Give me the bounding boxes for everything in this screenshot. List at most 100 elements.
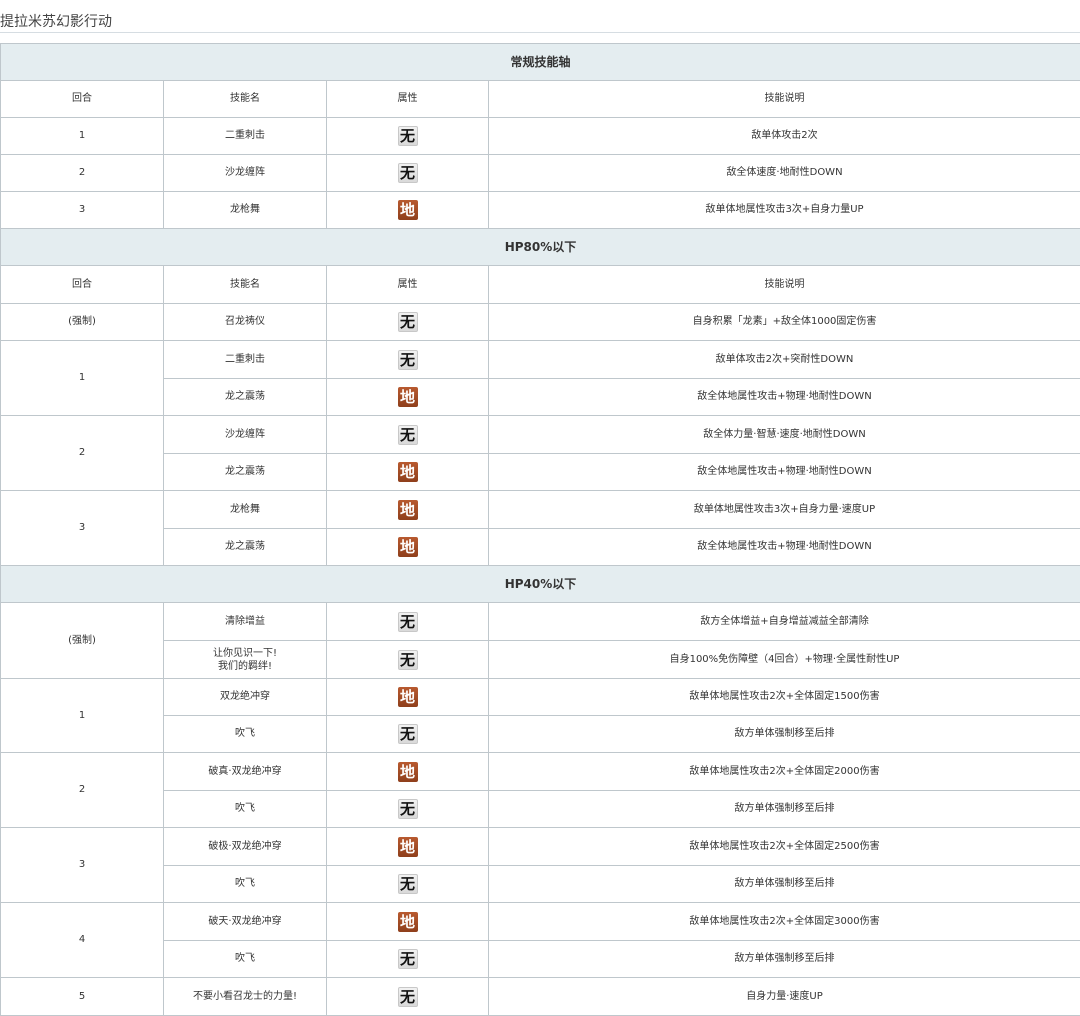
table-row: 1 二重刺击 无 敌单体攻击2次 — [1, 118, 1080, 155]
table-row: 3 龙枪舞 地 敌单体地属性攻击3次+自身力量UP — [1, 192, 1080, 229]
none-attribute-icon: 无 — [398, 650, 418, 670]
description-cell: 敌单体攻击2次 — [489, 118, 1080, 155]
skill-name-cell: 沙龙缠阵 — [164, 416, 327, 454]
description-cell: 敌单体攻击2次+突耐性DOWN — [489, 341, 1080, 379]
attribute-cell: 地 — [327, 454, 489, 491]
none-attribute-icon: 无 — [398, 724, 418, 744]
description-cell: 敌单体地属性攻击2次+全体固定1500伤害 — [489, 679, 1080, 716]
skill-name-cell: 沙龙缠阵 — [164, 155, 327, 192]
attribute-cell: 地 — [327, 529, 489, 566]
round-cell: 2 — [1, 416, 164, 491]
table-row: 1 双龙绝冲穿 地 敌单体地属性攻击2次+全体固定1500伤害 — [1, 679, 1080, 716]
attribute-cell: 无 — [327, 155, 489, 192]
round-cell: 3 — [1, 828, 164, 903]
attribute-cell: 地 — [327, 679, 489, 716]
round-cell: 2 — [1, 753, 164, 828]
skill-name-cell: 不要小看召龙士的力量! — [164, 978, 327, 1016]
attribute-cell: 无 — [327, 941, 489, 978]
attribute-cell: 地 — [327, 903, 489, 941]
earth-attribute-icon: 地 — [398, 837, 418, 857]
round-cell: 3 — [1, 192, 164, 229]
description-cell: 敌方单体强制移至后排 — [489, 941, 1080, 978]
section-header-hp80: HP80%以下 — [1, 229, 1080, 266]
skill-name-cell: 龙枪舞 — [164, 491, 327, 529]
description-cell: 敌全体地属性攻击+物理·地耐性DOWN — [489, 379, 1080, 416]
description-cell: 敌方单体强制移至后排 — [489, 791, 1080, 828]
none-attribute-icon: 无 — [398, 163, 418, 183]
attribute-cell: 无 — [327, 641, 489, 679]
skill-name-cell: 二重刺击 — [164, 118, 327, 155]
none-attribute-icon: 无 — [398, 126, 418, 146]
skill-name-cell: 吹飞 — [164, 941, 327, 978]
skill-name-line: 让你见识一下! — [213, 648, 277, 659]
attribute-cell: 无 — [327, 716, 489, 753]
attribute-cell: 无 — [327, 304, 489, 341]
round-cell: 1 — [1, 118, 164, 155]
column-header-description: 技能说明 — [489, 266, 1080, 304]
earth-attribute-icon: 地 — [398, 762, 418, 782]
description-cell: 敌全体速度·地耐性DOWN — [489, 155, 1080, 192]
none-attribute-icon: 无 — [398, 350, 418, 370]
description-cell: 自身100%免伤障壁（4回合）+物理·全属性耐性UP — [489, 641, 1080, 679]
column-header-description: 技能说明 — [489, 81, 1080, 118]
round-cell: 5 — [1, 978, 164, 1016]
table-row: (强制) 召龙祷仪 无 自身积累「龙素」+敌全体1000固定伤害 — [1, 304, 1080, 341]
table-row: 2 沙龙缠阵 无 敌全体力量·智慧·速度·地耐性DOWN — [1, 416, 1080, 454]
round-cell: 2 — [1, 155, 164, 192]
round-cell: 1 — [1, 341, 164, 416]
earth-attribute-icon: 地 — [398, 687, 418, 707]
attribute-cell: 无 — [327, 118, 489, 155]
attribute-cell: 地 — [327, 753, 489, 791]
column-header-skill: 技能名 — [164, 81, 327, 118]
attribute-cell: 地 — [327, 491, 489, 529]
skill-name-cell: 破真·双龙绝冲穿 — [164, 753, 327, 791]
section-title: HP40%以下 — [1, 566, 1080, 603]
round-cell: 1 — [1, 679, 164, 753]
earth-attribute-icon: 地 — [398, 200, 418, 220]
skill-name-cell: 二重刺击 — [164, 341, 327, 379]
table-row: 3 破极·双龙绝冲穿 地 敌单体地属性攻击2次+全体固定2500伤害 — [1, 828, 1080, 866]
skill-name-cell: 龙之震荡 — [164, 454, 327, 491]
attribute-cell: 无 — [327, 416, 489, 454]
skill-name-cell: 龙之震荡 — [164, 529, 327, 566]
attribute-cell: 无 — [327, 866, 489, 903]
skill-name-cell: 吹飞 — [164, 716, 327, 753]
round-cell: (强制) — [1, 304, 164, 341]
round-cell: 3 — [1, 491, 164, 566]
description-cell: 敌全体地属性攻击+物理·地耐性DOWN — [489, 454, 1080, 491]
attribute-cell: 无 — [327, 603, 489, 641]
column-header-round: 回合 — [1, 81, 164, 118]
none-attribute-icon: 无 — [398, 612, 418, 632]
attribute-cell: 地 — [327, 379, 489, 416]
skill-name-cell: 龙枪舞 — [164, 192, 327, 229]
skill-rotation-table: 常规技能轴 回合 技能名 属性 技能说明 1 二重刺击 无 敌单体攻击2次 2 … — [0, 43, 1080, 1016]
table-row: 5 不要小看召龙士的力量! 无 自身力量·速度UP — [1, 978, 1080, 1016]
description-cell: 敌方单体强制移至后排 — [489, 716, 1080, 753]
earth-attribute-icon: 地 — [398, 387, 418, 407]
description-cell: 敌单体地属性攻击2次+全体固定2500伤害 — [489, 828, 1080, 866]
description-cell: 自身积累「龙素」+敌全体1000固定伤害 — [489, 304, 1080, 341]
skill-name-cell: 龙之震荡 — [164, 379, 327, 416]
description-cell: 敌单体地属性攻击3次+自身力量UP — [489, 192, 1080, 229]
none-attribute-icon: 无 — [398, 799, 418, 819]
column-header-round: 回合 — [1, 266, 164, 304]
none-attribute-icon: 无 — [398, 987, 418, 1007]
earth-attribute-icon: 地 — [398, 912, 418, 932]
skill-name-cell: 破天·双龙绝冲穿 — [164, 903, 327, 941]
skill-name-cell: 吹飞 — [164, 791, 327, 828]
section-title: 常规技能轴 — [1, 44, 1080, 81]
skill-name-line: 我们的羁绊! — [218, 661, 272, 672]
table-row: 2 沙龙缠阵 无 敌全体速度·地耐性DOWN — [1, 155, 1080, 192]
column-header-attribute: 属性 — [327, 266, 489, 304]
table-header-row: 回合 技能名 属性 技能说明 — [1, 266, 1080, 304]
skill-name-cell: 双龙绝冲穿 — [164, 679, 327, 716]
table-row: (强制) 清除增益 无 敌方全体增益+自身增益减益全部清除 — [1, 603, 1080, 641]
description-cell: 敌单体地属性攻击2次+全体固定3000伤害 — [489, 903, 1080, 941]
earth-attribute-icon: 地 — [398, 462, 418, 482]
skill-name-cell: 破极·双龙绝冲穿 — [164, 828, 327, 866]
skill-name-cell: 召龙祷仪 — [164, 304, 327, 341]
description-cell: 敌方全体增益+自身增益减益全部清除 — [489, 603, 1080, 641]
round-cell: (强制) — [1, 603, 164, 679]
none-attribute-icon: 无 — [398, 425, 418, 445]
attribute-cell: 地 — [327, 192, 489, 229]
